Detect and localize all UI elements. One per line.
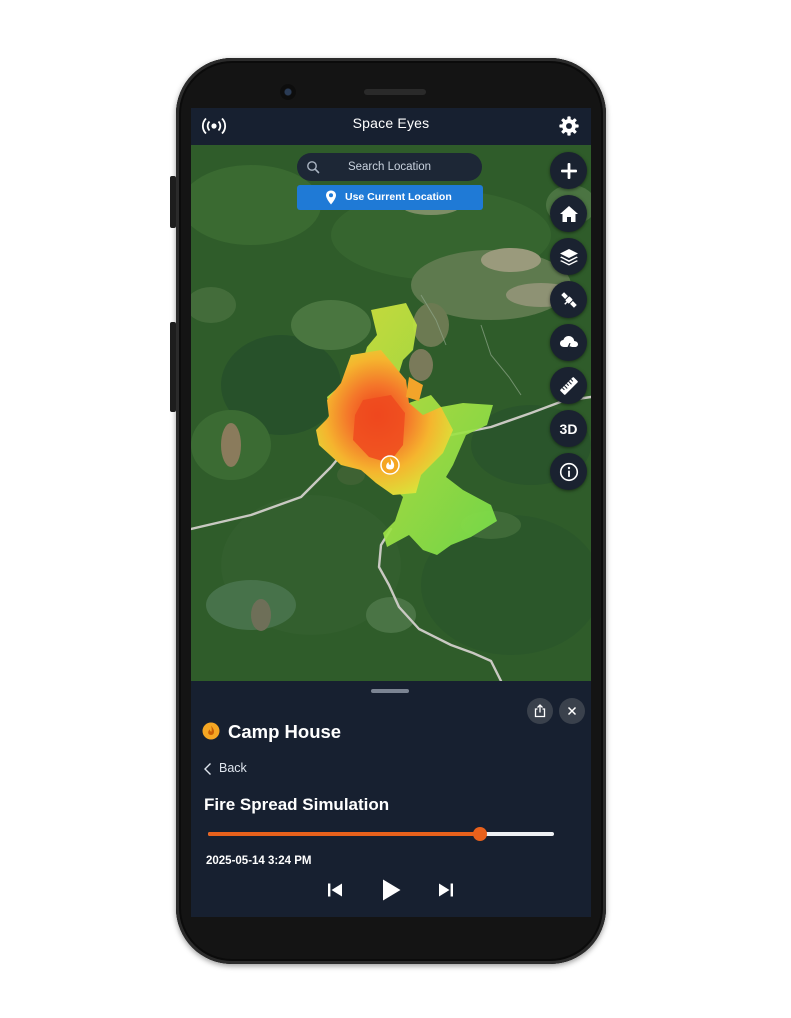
close-button[interactable] [559,698,585,724]
timestamp: 2025-05-14 3:24 PM [206,855,312,867]
search-placeholder: Search Location [347,161,432,173]
plus-icon [560,162,577,179]
front-camera [280,84,296,100]
zoom-in-button[interactable] [550,152,587,189]
search-bar[interactable]: Search Location [297,153,482,181]
satellite-button[interactable] [550,281,587,318]
fire-marker[interactable] [380,455,400,475]
share-button[interactable] [527,698,553,724]
simulation-title: Fire Spread Simulation [204,795,390,814]
back-label: Back [219,761,247,775]
satellite-map[interactable] [191,145,591,681]
timeline-thumb[interactable] [472,827,487,841]
ruler-icon [559,376,578,395]
use-current-location-button[interactable]: Use Current Location [297,185,483,210]
fire-icon [202,722,220,740]
satellite-icon [560,291,577,308]
timeline-progress [208,832,480,836]
layers-icon [559,248,578,265]
weather-button[interactable] [550,324,587,361]
bottom-sheet: Camp House Back Fire Spread Simulation 2… [191,681,591,917]
3d-toggle-label: 3D [559,420,578,437]
home-button[interactable] [550,195,587,232]
sheet-drag-handle[interactable] [371,689,409,693]
timeline-slider[interactable] [208,827,554,841]
top-bar: Space Eyes [191,108,591,145]
3d-toggle-button[interactable]: 3D [550,410,587,447]
volume-down-button [170,322,176,412]
location-pin-icon [326,190,336,205]
storm-cloud-icon [559,335,578,352]
skip-next-icon[interactable] [437,881,455,899]
measure-button[interactable] [550,367,587,404]
app-screen: Space Eyes Search Location Use Current L… [191,108,591,917]
home-icon [559,205,578,222]
layers-button[interactable] [550,238,587,275]
volume-up-button [170,176,176,228]
close-icon [567,706,577,716]
use-current-location-label: Use Current Location [345,191,452,203]
skip-previous-icon[interactable] [326,881,344,899]
chevron-left-icon [204,763,211,775]
info-button[interactable] [550,453,587,490]
info-icon [559,462,578,481]
play-icon[interactable] [379,878,403,902]
gear-icon[interactable] [558,115,580,137]
earpiece-speaker [364,89,426,95]
app-title: Space Eyes [352,115,430,131]
share-icon [534,704,546,718]
place-name: Camp House [228,721,342,742]
